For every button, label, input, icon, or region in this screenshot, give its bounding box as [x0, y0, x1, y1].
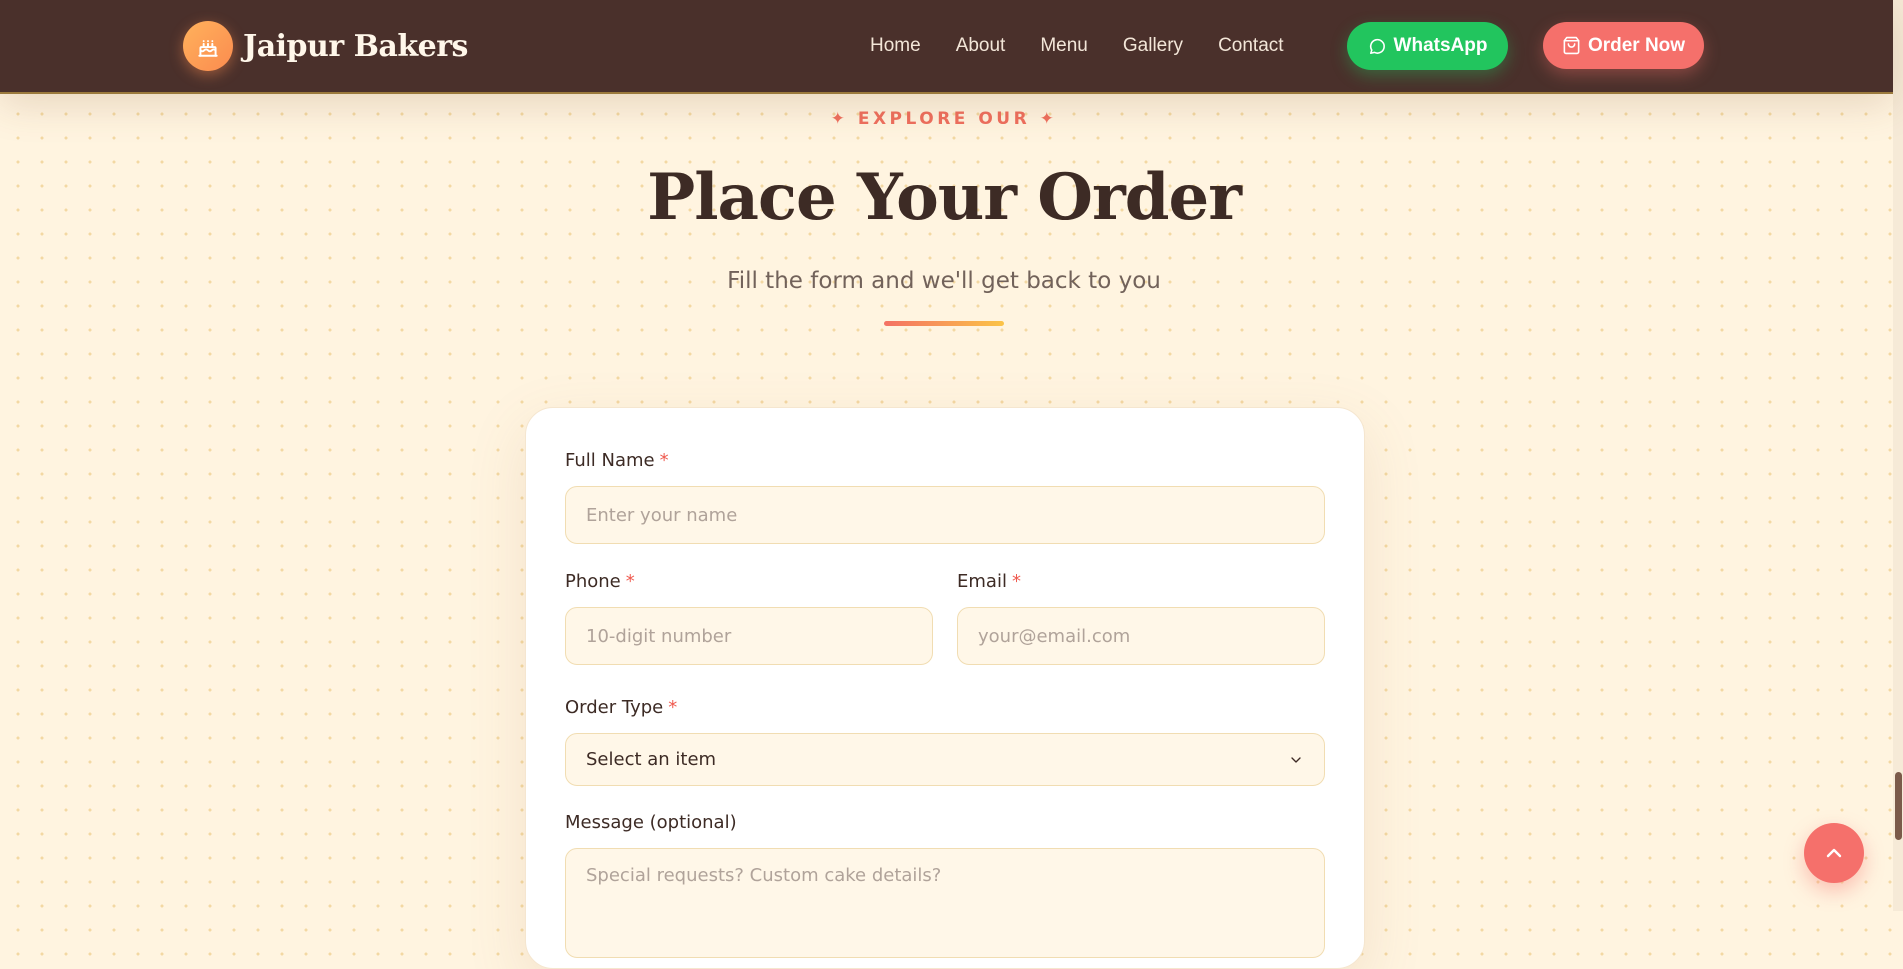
full-name-label-text: Full Name	[565, 450, 655, 471]
full-name-input[interactable]	[565, 486, 1325, 544]
chevron-down-icon	[1288, 752, 1304, 768]
main-nav: Home About Menu Gallery Contact	[870, 0, 1284, 92]
phone-label-text: Phone	[565, 571, 621, 592]
page-title: Place Your Order	[647, 160, 1242, 235]
required-marker: *	[1011, 571, 1021, 592]
order-type-label-text: Order Type	[565, 697, 664, 718]
required-marker: *	[668, 697, 678, 718]
phone-input[interactable]	[565, 607, 933, 665]
nav-about[interactable]: About	[956, 35, 1006, 57]
message-label-text: Message (optional)	[565, 812, 737, 833]
section-subtitle: Fill the form and we'll get back to you	[727, 268, 1161, 294]
nav-menu[interactable]: Menu	[1040, 35, 1088, 57]
whatsapp-button-label: WhatsApp	[1393, 35, 1488, 56]
required-marker: *	[659, 450, 669, 471]
order-form-card: Full Name* Phone* Email* Order Type* Sel…	[525, 407, 1365, 969]
section-eyebrow: ✦ EXPLORE OUR ✦	[830, 109, 1058, 129]
email-input[interactable]	[957, 607, 1325, 665]
order-type-label: Order Type *	[565, 697, 677, 718]
brand-logo[interactable]: Jaipur Bakers	[183, 21, 468, 71]
message-textarea[interactable]	[565, 848, 1325, 958]
scroll-to-top-button[interactable]	[1804, 823, 1864, 883]
order-type-selected-value: Select an item	[586, 749, 717, 770]
shopping-bag-icon	[1562, 36, 1581, 55]
nav-home[interactable]: Home	[870, 35, 921, 57]
cake-icon	[183, 21, 233, 71]
order-type-select[interactable]: Select an item	[565, 733, 1325, 786]
phone-label: Phone *	[565, 571, 635, 592]
site-header: Jaipur Bakers Home About Menu Gallery Co…	[0, 0, 1893, 94]
title-underline	[884, 321, 1004, 326]
whatsapp-button[interactable]: WhatsApp	[1347, 22, 1508, 70]
order-now-label: Order Now	[1587, 34, 1686, 56]
required-marker: *	[625, 571, 635, 592]
email-label-text: Email	[957, 571, 1007, 592]
chevron-up-icon	[1822, 841, 1846, 865]
scrollbar-thumb[interactable]	[1895, 772, 1902, 840]
nav-gallery[interactable]: Gallery	[1123, 35, 1183, 57]
whatsapp-icon	[1368, 37, 1387, 56]
nav-contact[interactable]: Contact	[1218, 35, 1283, 57]
brand-name: Jaipur Bakers	[243, 28, 468, 64]
full-name-label: Full Name *	[565, 450, 669, 471]
message-label: Message (optional)	[565, 812, 737, 833]
order-now-button[interactable]: Order Now	[1543, 22, 1704, 69]
email-label: Email *	[957, 571, 1021, 592]
